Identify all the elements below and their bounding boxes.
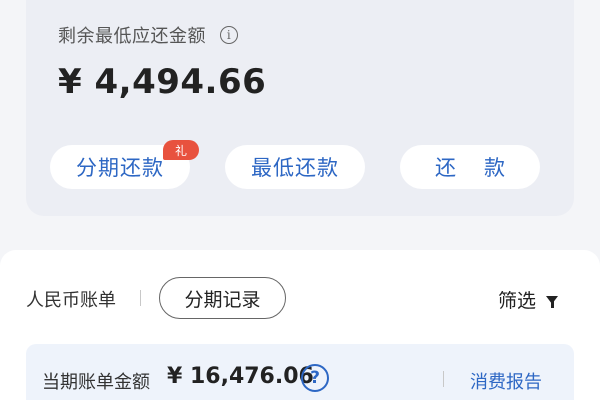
minimum-repay-button[interactable]: 最低还款 (225, 145, 365, 189)
repay-button[interactable]: 还款 (400, 145, 540, 189)
summary-divider (443, 371, 444, 387)
installment-record-button[interactable]: 分期记录 (159, 277, 286, 319)
min-due-label: 剩余最低应还金额 i (58, 22, 238, 48)
rmb-bill-tab[interactable]: 人民币账单 (26, 286, 116, 312)
gift-badge: 礼 (163, 140, 199, 160)
filter-icon (546, 295, 559, 308)
current-bill-amount: ¥ 16,476.06 (167, 364, 314, 389)
min-due-label-text: 剩余最低应还金额 (58, 26, 206, 47)
info-icon[interactable]: i (220, 26, 238, 44)
filter-label: 筛选 (498, 290, 537, 312)
consumption-report-link[interactable]: 消费报告 (470, 368, 542, 394)
current-bill-label: 当期账单金额 (42, 372, 150, 393)
filter-button[interactable]: 筛选 (498, 286, 559, 313)
remaining-amount: ¥ 4,494.66 (58, 62, 267, 102)
help-icon[interactable]: ? (301, 364, 329, 392)
tab-divider (140, 290, 141, 306)
